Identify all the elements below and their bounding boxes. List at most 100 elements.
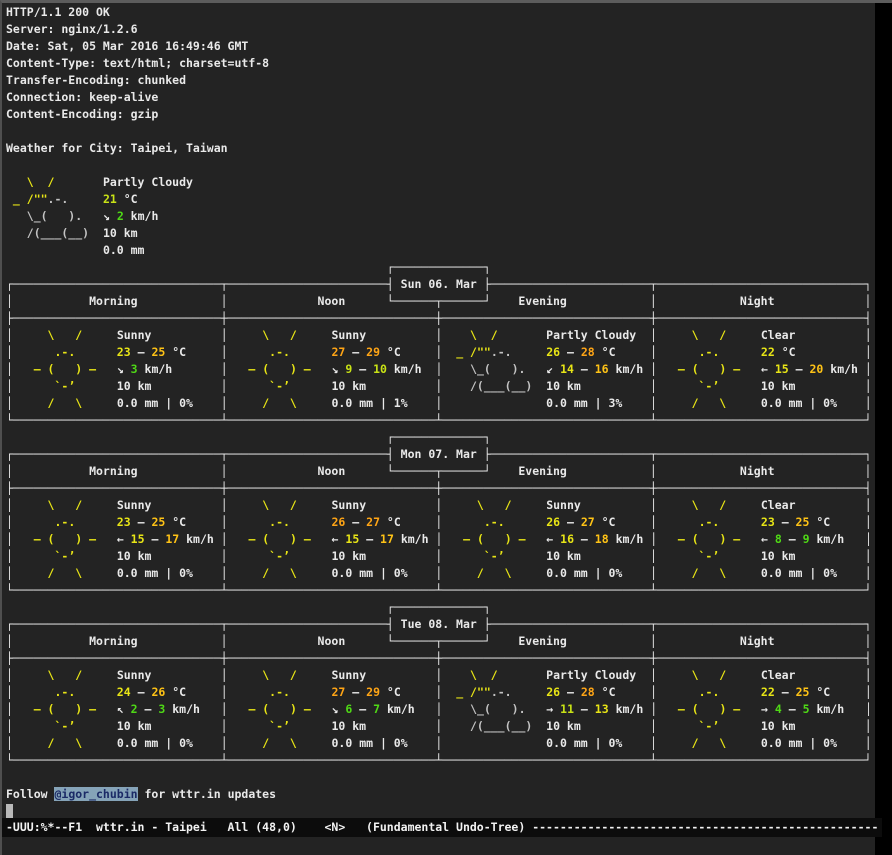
text-span: /(___(__) bbox=[6, 226, 89, 240]
text-span bbox=[193, 736, 221, 750]
text-span bbox=[366, 668, 435, 682]
text-span bbox=[830, 685, 865, 699]
text-span: 9 bbox=[803, 532, 810, 546]
text-span: / \ bbox=[442, 566, 511, 580]
text-span: \_( ). bbox=[6, 209, 82, 223]
text-span bbox=[830, 515, 865, 529]
text-span: │ bbox=[865, 379, 872, 393]
text-span: │ bbox=[221, 328, 228, 342]
text-span: / \ bbox=[228, 736, 297, 750]
text-span: │ bbox=[221, 549, 228, 563]
text-span: .-. bbox=[13, 345, 75, 359]
text-span bbox=[366, 549, 435, 563]
emacs-minibuffer[interactable] bbox=[2, 837, 875, 855]
location-line: Weather for City: Taipei, Taiwan bbox=[6, 140, 875, 157]
text-span: 0.0 mm bbox=[103, 243, 145, 257]
text-span: │ bbox=[6, 736, 13, 750]
text-span: 0.0 mm | 0% bbox=[761, 566, 837, 580]
text-span: Clear bbox=[761, 498, 796, 512]
text-span: Sunny bbox=[332, 328, 367, 342]
text-span bbox=[581, 719, 650, 733]
text-span: – bbox=[560, 345, 581, 359]
text-span: `-’ bbox=[13, 719, 75, 733]
text-span: – bbox=[782, 702, 803, 716]
text-span: ┌──────────────────────────────┬────────… bbox=[6, 277, 394, 291]
text-span bbox=[740, 532, 761, 546]
text-span: Partly Cloudy bbox=[546, 668, 636, 682]
http-header-line: Transfer-Encoding: chunked bbox=[6, 72, 875, 89]
text-span: 8 bbox=[775, 532, 782, 546]
text-span: │ bbox=[650, 566, 657, 580]
text-span: ┌──────────────────────────────┬────────… bbox=[6, 617, 394, 631]
text-span: 25 bbox=[151, 345, 165, 359]
text-span: ↘ bbox=[117, 362, 131, 376]
current-conditions-line: /(___(__) 10 km bbox=[6, 225, 875, 242]
text-span: 10 km bbox=[331, 379, 366, 393]
text-span bbox=[366, 719, 435, 733]
text-span: ├───────────────────────┬───────────────… bbox=[484, 617, 872, 631]
text-span: │ bbox=[865, 328, 872, 342]
text-span: 10 km bbox=[117, 549, 152, 563]
text-span: Connection: keep-alive bbox=[6, 90, 158, 104]
text-span: \ / bbox=[13, 328, 82, 342]
text-span: │ bbox=[865, 685, 872, 699]
text-span: │ bbox=[221, 668, 228, 682]
text-span: │ bbox=[221, 498, 228, 512]
emacs-modeline: -UUU:%*--F1 wttr.in - Taipei All (48,0) … bbox=[2, 818, 882, 837]
text-span bbox=[297, 668, 332, 682]
forecast-row: │ – ( ) – ← 15 – 17 km/h │ – ( ) – ← 15 … bbox=[6, 531, 875, 548]
text-span bbox=[186, 345, 221, 359]
text-span: 10 bbox=[373, 362, 387, 376]
text-span: / \ bbox=[657, 736, 726, 750]
text-span: – ( ) – bbox=[228, 702, 311, 716]
text-span bbox=[844, 532, 865, 546]
text-span bbox=[75, 515, 117, 529]
text-span: .-. bbox=[491, 345, 512, 359]
text-span: │ bbox=[865, 396, 872, 410]
text-span bbox=[82, 668, 117, 682]
text-span: │ bbox=[221, 719, 228, 733]
text-span: │ bbox=[6, 345, 13, 359]
current-conditions-line: _ /"".-. 21 °C bbox=[6, 191, 875, 208]
text-span bbox=[636, 668, 650, 682]
forecast-row: │ `-’ 10 km │ `-’ 10 km │ `-’ 10 km │ `-… bbox=[6, 548, 875, 565]
text-span: km/h bbox=[165, 702, 200, 716]
text-span: `-’ bbox=[228, 549, 290, 563]
text-span: \ / bbox=[657, 668, 726, 682]
text-span bbox=[726, 736, 761, 750]
text-span: │ bbox=[865, 498, 872, 512]
text-span: \ / bbox=[6, 175, 54, 189]
text-span: _ /"" bbox=[6, 192, 48, 206]
text-span: _ /"" bbox=[442, 685, 490, 699]
http-header-line: Date: Sat, 05 Mar 2016 16:49:46 GMT bbox=[6, 38, 875, 55]
text-span: Date: Sat, 05 Mar 2016 16:49:46 GMT bbox=[6, 39, 248, 53]
text-span bbox=[837, 566, 865, 580]
emacs-buffer[interactable]: HTTP/1.1 200 OKServer: nginx/1.2.6Date: … bbox=[6, 4, 875, 820]
forecast-date: Sun 06. Mar bbox=[394, 277, 484, 291]
text-span bbox=[719, 379, 761, 393]
forecast-row: │ / \ 0.0 mm | 0% │ / \ 0.0 mm | 1% │ 0.… bbox=[6, 395, 875, 412]
forecast-table-tue-08-mar: ┌─────────────┐┌────────────────────────… bbox=[6, 599, 875, 769]
text-span: 10 km bbox=[546, 379, 581, 393]
text-span: │ bbox=[650, 396, 657, 410]
text-span: °C bbox=[165, 685, 186, 699]
text-span: °C bbox=[595, 345, 616, 359]
text-span bbox=[622, 566, 650, 580]
text-span bbox=[96, 702, 117, 716]
text-span: 0.0 mm | 0% bbox=[546, 566, 622, 580]
forecast-row: │ / \ 0.0 mm | 0% │ / \ 0.0 mm | 0% │ / … bbox=[6, 565, 875, 582]
text-span: `-’ bbox=[13, 379, 75, 393]
text-span bbox=[82, 736, 117, 750]
igor-chubin-link[interactable]: @igor_chubin bbox=[54, 787, 137, 801]
text-span bbox=[622, 396, 650, 410]
text-span: │ bbox=[865, 702, 872, 716]
text-span bbox=[795, 379, 864, 393]
text-span: .-. bbox=[491, 685, 512, 699]
text-span: \ / bbox=[442, 668, 497, 682]
date-box-top: ┌─────────────┐ bbox=[6, 599, 875, 616]
forecast-row: │ / \ 0.0 mm | 0% │ / \ 0.0 mm | 0% │ 0.… bbox=[6, 735, 875, 752]
text-span bbox=[408, 566, 436, 580]
http-header-line: Content-Type: text/html; charset=utf-8 bbox=[6, 55, 875, 72]
text-span: │ bbox=[6, 515, 13, 529]
text-span: /(___(__) bbox=[442, 379, 532, 393]
